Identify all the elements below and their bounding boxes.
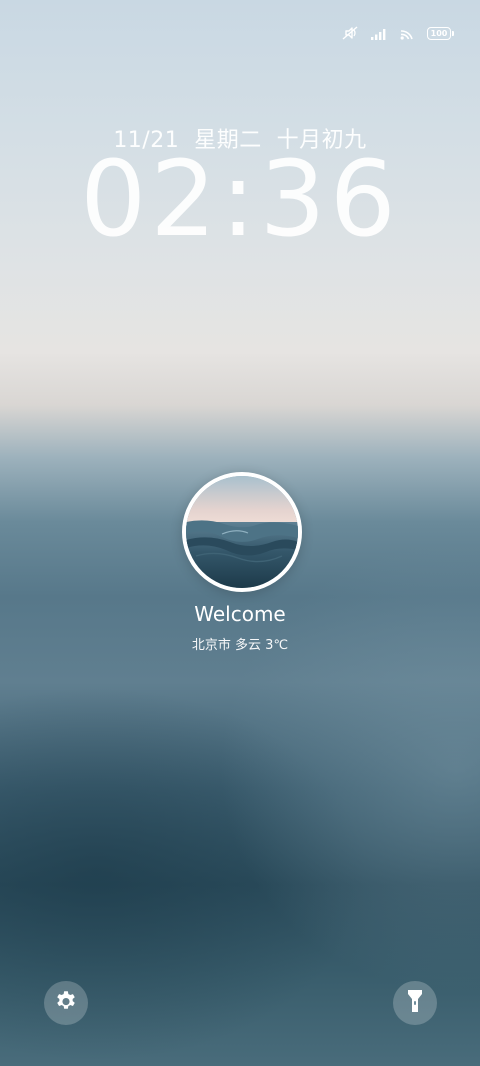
lockscreen-clock: 02:36 [80,138,400,260]
signal-icon [371,27,388,40]
welcome-text: Welcome [194,602,286,626]
status-bar: 100 [341,22,454,44]
battery-icon: 100 [427,26,454,40]
wifi-icon [400,27,415,40]
flashlight-button[interactable] [393,981,437,1025]
flashlight-icon [404,988,426,1018]
weather-text: 北京市 多云 3℃ [191,638,289,653]
battery-tip [452,30,454,36]
avatar[interactable] [182,472,302,592]
gear-icon [53,988,79,1018]
mute-icon [341,25,359,41]
settings-button[interactable] [44,981,88,1025]
ocean-wave-photo [186,476,298,588]
battery-level: 100 [427,26,451,40]
